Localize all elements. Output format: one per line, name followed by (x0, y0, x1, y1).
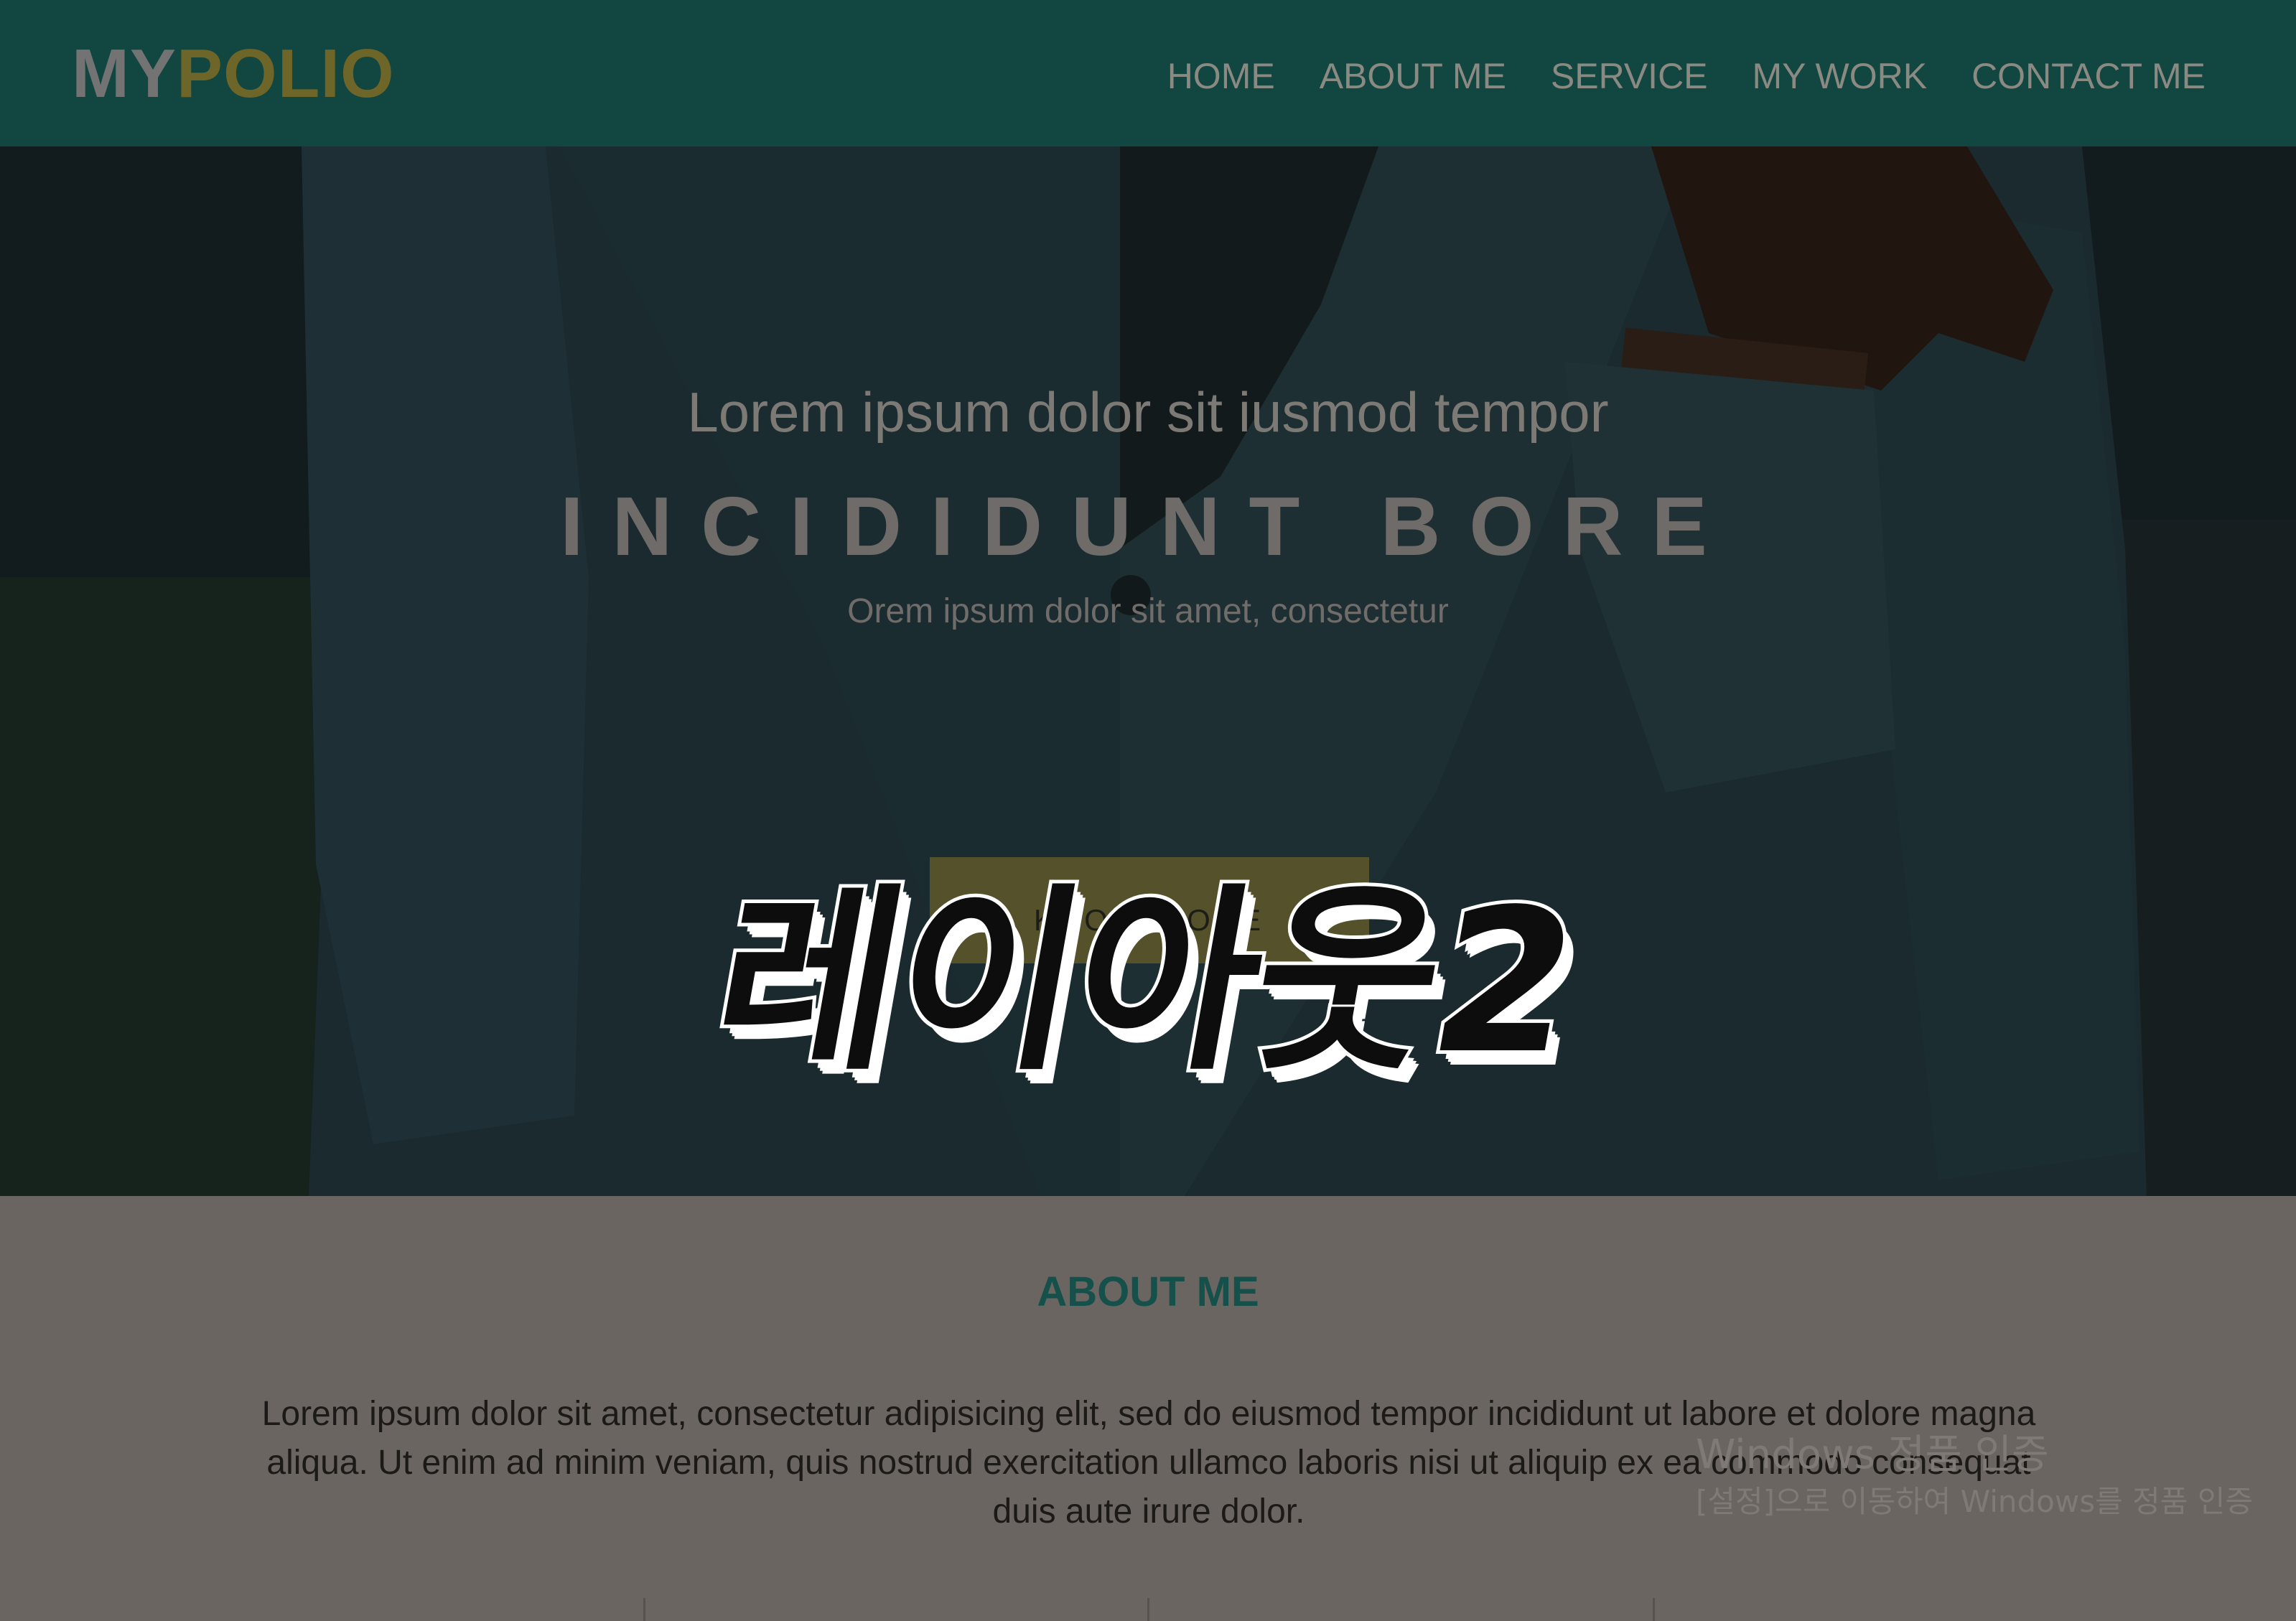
about-section: ABOUT ME Lorem ipsum dolor sit amet, con… (0, 1196, 2296, 1621)
about-title: ABOUT ME (1037, 1269, 1259, 1315)
logo-my: MY (72, 35, 177, 112)
windows-activation-watermark: Windows 정품 인증 [설정]으로 이동하여 Windows를 정품 인증 (1696, 1430, 2296, 1523)
nav-menu: HOME ABOUT ME SERVICE MY WORK CONTACT ME (1167, 52, 2206, 101)
column-dividers (0, 1598, 2296, 1621)
hero-subtitle: Lorem ipsum dolor sit iusmod tempor (687, 380, 1609, 444)
watermark-line2: [설정]으로 이동하여 Windows를 정품 인증 (1696, 1484, 2253, 1519)
nav-my-work[interactable]: MY WORK (1753, 52, 1928, 101)
logo-polio: POLIO (177, 35, 395, 112)
navbar: MYPOLIO HOME ABOUT ME SERVICE MY WORK CO… (0, 0, 2296, 146)
nav-home[interactable]: HOME (1167, 52, 1275, 101)
hero-title: INCIDIDUNT BORE (560, 480, 1736, 573)
logo[interactable]: MYPOLIO (72, 34, 395, 113)
hero-section: Lorem ipsum dolor sit iusmod tempor INCI… (0, 146, 2296, 1196)
nav-service[interactable]: SERVICE (1551, 52, 1708, 101)
hero-caption: Orem ipsum dolor sit amet, consectetur (847, 592, 1449, 630)
divider (1147, 1598, 1149, 1621)
divider (1653, 1598, 1655, 1621)
nav-about-me[interactable]: ABOUT ME (1320, 52, 1506, 101)
overlay-title-sticker: 레이아웃2 (694, 864, 1595, 1101)
watermark-line1: Windows 정품 인증 (1696, 1431, 2049, 1478)
divider (643, 1598, 645, 1621)
nav-contact-me[interactable]: CONTACT ME (1971, 52, 2206, 101)
